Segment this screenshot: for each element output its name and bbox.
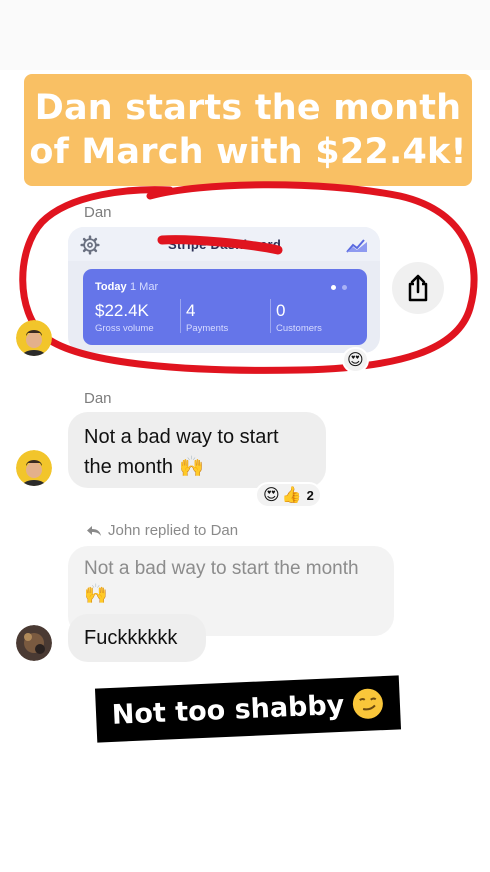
stat-payments: 4 Payments	[186, 301, 228, 337]
headline-line-2: of March with $22.4k!	[29, 132, 467, 172]
stats-panel: Today 1 Mar $22.4K Gross volume 4 Paymen…	[83, 269, 367, 345]
reply-arrow-icon	[87, 525, 101, 536]
stat-divider	[270, 299, 271, 333]
avatar-john[interactable]	[16, 625, 52, 661]
sender-name: Dan	[84, 390, 112, 407]
today-date: 1 Mar	[130, 281, 159, 293]
page-dot	[342, 285, 347, 290]
stat-label: Payments	[186, 323, 229, 334]
reaction-count: 2	[306, 487, 314, 503]
stat-customers: 0 Customers	[276, 301, 322, 337]
message-reactions[interactable]: 😍 👍 2	[255, 482, 322, 508]
card-reaction[interactable]: 😍	[342, 347, 369, 373]
reply-bubble[interactable]: Fuckkkkkk	[68, 614, 206, 662]
raised-hands-icon: 🙌	[84, 584, 108, 605]
headline-line-1: Dan starts the month	[34, 88, 462, 128]
stat-value: $22.4K	[95, 301, 149, 320]
today-label: Today	[95, 281, 127, 293]
avatar-dan[interactable]	[16, 450, 52, 486]
caption-sticker: Not too shabby	[94, 675, 402, 743]
share-icon	[408, 274, 428, 302]
quoted-line: Not a bad way to start the month	[84, 558, 359, 579]
sender-name: Dan	[84, 204, 112, 221]
headline-banner: Dan starts the month of March with $22.4…	[24, 74, 472, 186]
reply-text: Fuckkkkkk	[84, 627, 178, 649]
stat-label: Gross volume	[95, 323, 154, 334]
thumbs-up-icon: 👍	[281, 487, 302, 504]
share-button[interactable]	[392, 262, 444, 314]
reply-note-text: John replied to Dan	[108, 522, 239, 539]
shared-dashboard-card[interactable]: Stripe Dashboard Today 1 Mar $22.4K Gros…	[68, 227, 380, 353]
caption-text: Not too shabby	[111, 689, 345, 731]
gear-icon	[80, 235, 100, 255]
chart-icon	[346, 239, 367, 253]
avatar-dan[interactable]	[16, 320, 52, 356]
raised-hands-icon: 🙌	[178, 456, 204, 478]
top-band	[0, 0, 490, 70]
stat-value: 4	[186, 301, 196, 320]
message-line: the month	[84, 456, 173, 478]
stat-value: 0	[276, 301, 286, 320]
stat-label: Customers	[276, 323, 322, 334]
reply-note: John replied to Dan	[86, 522, 238, 539]
heart-eyes-icon: 😍	[347, 352, 364, 369]
page-dot-active	[331, 285, 336, 290]
message-bubble[interactable]: Not a bad way to start the month 🙌	[68, 412, 326, 488]
heart-eyes-icon: 😍	[263, 487, 280, 504]
stat-divider	[180, 299, 181, 333]
smirk-icon	[353, 688, 384, 719]
message-line: Not a bad way to start	[84, 426, 279, 448]
stat-gross-volume: $22.4K Gross volume	[95, 301, 154, 337]
card-title: Stripe Dashboard	[168, 237, 282, 252]
